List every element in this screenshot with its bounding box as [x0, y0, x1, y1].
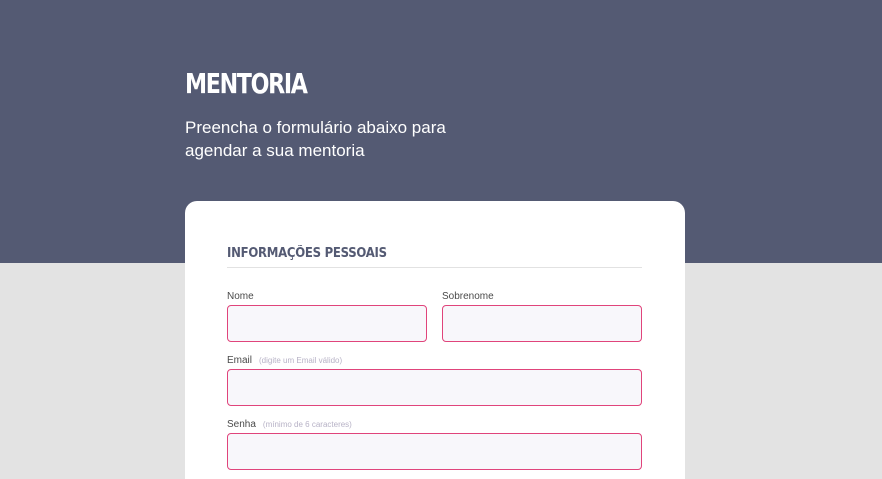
- first-name-input[interactable]: [227, 305, 427, 342]
- page-subtitle: Preencha o formulário abaixo para agenda…: [185, 118, 446, 160]
- email-label: Email (digite um Email válido): [227, 354, 342, 367]
- first-name-label-text: Nome: [227, 291, 254, 302]
- section-divider: [227, 267, 642, 268]
- first-name-label: Nome: [227, 290, 254, 303]
- last-name-label-text: Sobrenome: [442, 291, 494, 302]
- last-name-input[interactable]: [442, 305, 642, 342]
- page-title: MENTORIA: [185, 67, 308, 100]
- mentoria-form-card: INFORMAÇÕES PESSOAIS Nome Sobrenome Emai…: [185, 201, 685, 479]
- password-label: Senha (mínimo de 6 caracteres): [227, 418, 352, 431]
- email-hint: (digite um Email válido): [259, 356, 343, 365]
- password-hint: (mínimo de 6 caracteres): [262, 420, 352, 429]
- email-label-text: Email: [227, 355, 253, 366]
- password-label-text: Senha: [227, 419, 256, 430]
- email-field[interactable]: [227, 369, 642, 406]
- last-name-label: Sobrenome: [442, 290, 494, 303]
- password-field[interactable]: [227, 433, 642, 470]
- section-title-personal-info: INFORMAÇÕES PESSOAIS: [227, 246, 387, 261]
